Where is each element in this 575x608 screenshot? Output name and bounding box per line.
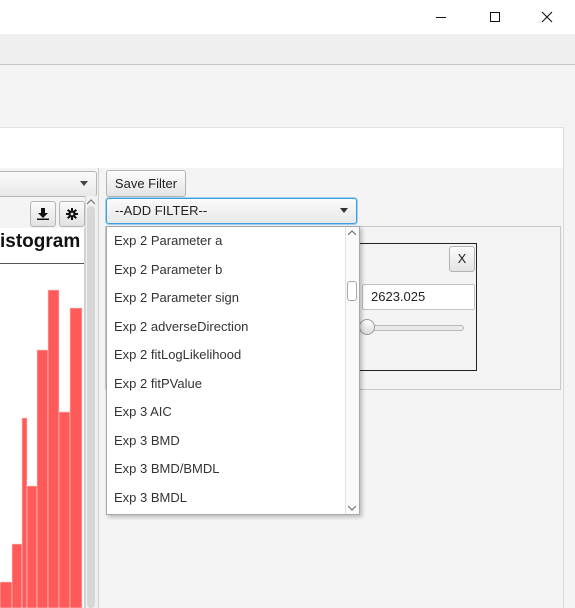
minimize-button[interactable]: [417, 0, 465, 34]
dropdown-option[interactable]: Exp 2 fitLogLikelihood: [107, 341, 345, 370]
download-icon: [37, 208, 49, 220]
filter-slider-thumb[interactable]: [359, 319, 375, 335]
dropdown-scrollbar[interactable]: [345, 227, 359, 514]
dropdown-list: Exp 2 Parameter a Exp 2 Parameter b Exp …: [107, 227, 345, 512]
chevron-up-icon[interactable]: [348, 229, 356, 237]
chart-type-combo[interactable]: [0, 171, 97, 197]
dropdown-scrollbar-thumb[interactable]: [347, 281, 357, 301]
save-filter-button[interactable]: Save Filter: [106, 170, 186, 197]
chevron-up-icon[interactable]: [87, 199, 95, 205]
filter-value-field[interactable]: 2623.025: [362, 284, 475, 310]
toolbar-area: [0, 65, 575, 127]
header-strip: [0, 127, 563, 169]
histogram-bar: [0, 581, 13, 608]
chevron-down-icon[interactable]: [348, 504, 356, 512]
dropdown-option[interactable]: Exp 2 adverseDirection: [107, 313, 345, 342]
menu-bar: [0, 34, 575, 65]
histogram-bar: [47, 289, 60, 608]
histogram-bar: [21, 417, 28, 608]
chevron-down-icon: [80, 181, 88, 186]
maximize-button[interactable]: [471, 0, 519, 34]
close-icon: [541, 11, 553, 23]
main-scrollbar[interactable]: [563, 127, 575, 608]
filter-slider-track[interactable]: [362, 325, 464, 331]
gear-icon: [66, 208, 78, 220]
maximize-icon: [490, 12, 500, 22]
dropdown-option[interactable]: Exp 2 Parameter b: [107, 256, 345, 285]
histogram-bars: [0, 289, 83, 608]
remove-filter-button[interactable]: X: [449, 246, 475, 272]
dropdown-option[interactable]: Exp 3 BMDL: [107, 484, 345, 513]
dropdown-option[interactable]: Exp 2 Parameter sign: [107, 284, 345, 313]
dropdown-option[interactable]: Exp 2 fitPValue: [107, 370, 345, 399]
settings-button[interactable]: [59, 201, 85, 227]
add-filter-combo[interactable]: --ADD FILTER--: [106, 198, 357, 224]
chart-title-underline: [0, 263, 84, 264]
dropdown-option[interactable]: Exp 3 AIC: [107, 398, 345, 427]
histogram-bar: [26, 485, 38, 608]
dropdown-option[interactable]: Exp 2 Parameter a: [107, 227, 345, 256]
histogram-bar: [36, 349, 49, 608]
chart-title: istogram: [0, 231, 81, 252]
histogram-bar: [11, 543, 23, 608]
chevron-down-icon: [340, 208, 348, 213]
minimize-icon: [436, 17, 446, 18]
histogram-chart: [0, 228, 85, 608]
dropdown-option[interactable]: Exp 3 BMD/BMDL: [107, 455, 345, 484]
histogram-bar: [58, 411, 71, 608]
chart-scrollbar-thumb[interactable]: [87, 206, 95, 608]
histogram-bar: [69, 307, 83, 608]
dropdown-option[interactable]: Exp 3 BMD: [107, 427, 345, 456]
close-window-button[interactable]: [523, 0, 571, 34]
download-button[interactable]: [30, 201, 56, 227]
add-filter-dropdown: Exp 2 Parameter a Exp 2 Parameter b Exp …: [106, 226, 360, 515]
